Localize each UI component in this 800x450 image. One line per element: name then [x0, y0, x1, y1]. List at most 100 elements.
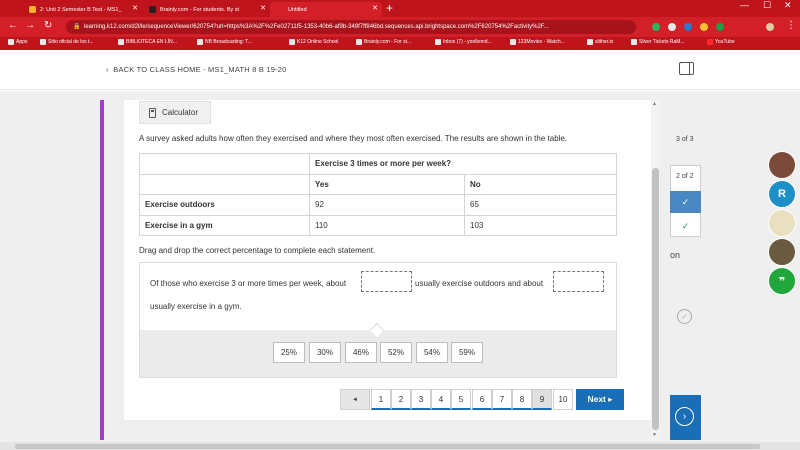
bookmark-item[interactable]: BIBLIOTECA EN LÍN...: [118, 39, 177, 45]
forward-arrow-icon[interactable]: →: [25, 20, 35, 31]
horizontal-scrollbar-thumb[interactable]: [15, 444, 760, 449]
choice-chip[interactable]: 46%: [345, 342, 377, 363]
browser-tab-k12[interactable]: 2: Unit 2 Semester B Test - MS1_ ✕: [22, 2, 142, 17]
choice-chip[interactable]: 25%: [273, 342, 305, 363]
bookmark-item[interactable]: Sitio oficial de los t...: [40, 39, 94, 45]
row-label: Exercise in a gym: [139, 214, 310, 236]
profile-avatar-icon[interactable]: [766, 23, 774, 31]
new-tab-icon[interactable]: +: [386, 1, 393, 15]
partial-text: on: [670, 250, 681, 260]
back-arrow-icon[interactable]: ←: [8, 20, 18, 31]
maximize-icon[interactable]: ☐: [763, 0, 771, 11]
browser-tab-untitled[interactable]: Untitled ✕: [270, 2, 382, 17]
bookmark-item[interactable]: YouTube: [707, 39, 735, 45]
scroll-down-icon[interactable]: ▼: [652, 432, 657, 438]
bookmark-label: Apps: [16, 39, 28, 45]
extension-icon[interactable]: [684, 23, 692, 31]
bookmark-icon: [631, 39, 637, 45]
table-cell: 103: [464, 214, 617, 236]
scrollbar-thumb[interactable]: [652, 168, 659, 430]
menu-dots-icon[interactable]: ⋮: [786, 20, 796, 31]
tab-close-icon[interactable]: ✕: [260, 4, 266, 12]
page-button[interactable]: 1: [371, 389, 391, 410]
reload-icon[interactable]: ↻: [44, 20, 52, 31]
page-button[interactable]: 7: [492, 389, 512, 410]
drop-zone-gym[interactable]: [553, 271, 604, 292]
back-to-class-link[interactable]: ‹ BACK TO CLASS HOME - MS1_MATH 8 B 19-2…: [106, 65, 287, 74]
calculator-label: Calculator: [162, 108, 199, 117]
statement-text-3: usually exercise in a gym.: [150, 302, 242, 311]
avatar[interactable]: R: [768, 180, 796, 208]
avatar[interactable]: [768, 209, 796, 237]
bookmark-icon: [118, 39, 124, 45]
bookmark-item[interactable]: Silver Tickets RaM...: [631, 39, 685, 45]
bookmark-item[interactable]: NB Broadcasting: T...: [197, 39, 252, 45]
tab-title: Untitled: [288, 6, 307, 13]
page-button[interactable]: 3: [411, 389, 431, 410]
bookmark-icon: [40, 39, 46, 45]
page-button[interactable]: 5: [451, 389, 471, 410]
avatar[interactable]: ❞: [768, 267, 796, 295]
bookmark-icon: [587, 39, 593, 45]
bookmark-item[interactable]: 123Movies - Watch...: [510, 39, 565, 45]
arrow-right-icon: ›: [675, 407, 694, 426]
avatar[interactable]: [768, 151, 796, 179]
youtube-icon: [707, 39, 713, 45]
browser-tab-brainly[interactable]: Brainly.com - For students. By st ✕: [142, 2, 270, 17]
url-text: learning.k12.com/d2l/le/sequenceViewer/6…: [84, 24, 549, 30]
calculator-button[interactable]: Calculator: [139, 101, 211, 124]
page-button[interactable]: 10: [553, 389, 573, 410]
statement-text-1: Of those who exercise 3 or more times pe…: [150, 279, 347, 288]
bookmark-item[interactable]: K12 Online School: [289, 39, 338, 45]
page-button[interactable]: 4: [431, 389, 451, 410]
next-button[interactable]: Next ▸: [576, 389, 624, 410]
bookmark-label: Sitio oficial de los t...: [48, 39, 94, 45]
panel-toggle-icon[interactable]: [679, 62, 694, 75]
drop-zone-outdoors[interactable]: [361, 271, 412, 292]
check-icon[interactable]: ✓: [670, 191, 701, 213]
bookmark-item[interactable]: Inbox (7) - yoelbond...: [435, 39, 492, 45]
choices-tray: [139, 330, 617, 378]
activity-count: 3 of 3: [676, 136, 694, 143]
data-table: Exercise 3 times or more per week? Yes N…: [139, 153, 617, 236]
table-corner-cell: [139, 153, 310, 175]
instruction-text: Drag and drop the correct percentage to …: [139, 246, 376, 255]
page-button[interactable]: 6: [472, 389, 492, 410]
content-accent-bar: [100, 100, 104, 440]
page-button[interactable]: 2: [391, 389, 411, 410]
choice-chip[interactable]: 59%: [451, 342, 483, 363]
scroll-up-icon[interactable]: ▲: [652, 101, 657, 107]
bookmark-item[interactable]: Brainly.com - For st...: [356, 39, 411, 45]
close-window-icon[interactable]: ✕: [784, 0, 792, 11]
bookmark-item[interactable]: slither.io: [587, 39, 613, 45]
complete-check-icon[interactable]: ✓: [677, 309, 692, 324]
statement-text-2: usually exercise outdoors and about: [415, 279, 544, 288]
bookmark-label: YouTube: [715, 39, 735, 45]
page-button[interactable]: 8: [512, 389, 532, 410]
extension-icon[interactable]: [668, 23, 676, 31]
table-cell: 110: [309, 214, 465, 236]
table-header-row: Exercise 3 times or more per week?: [139, 153, 617, 175]
choice-chip[interactable]: 30%: [309, 342, 341, 363]
table-subheader-row: Yes No: [139, 173, 617, 195]
bookmark-item[interactable]: Apps: [8, 39, 27, 45]
extension-icon[interactable]: [652, 23, 660, 31]
apps-icon: [8, 39, 14, 45]
extension-icon[interactable]: [716, 23, 724, 31]
choice-chip[interactable]: 52%: [380, 342, 412, 363]
tab-favicon-icon: [29, 6, 36, 13]
tab-close-icon[interactable]: ✕: [132, 4, 138, 12]
next-activity-button[interactable]: ›: [670, 395, 701, 440]
minimize-icon[interactable]: —: [740, 0, 749, 10]
url-field[interactable]: 🔒 learning.k12.com/d2l/le/sequenceViewer…: [66, 20, 636, 34]
previous-page-button[interactable]: ◄: [340, 389, 370, 410]
page-button-current[interactable]: 9: [532, 389, 552, 410]
avatar[interactable]: [768, 238, 796, 266]
choice-chip[interactable]: 54%: [416, 342, 448, 363]
content-scrollbar[interactable]: ▲ ▼: [651, 100, 660, 440]
tab-close-icon[interactable]: ✕: [372, 4, 378, 12]
bookmark-label: NB Broadcasting: T...: [205, 39, 252, 45]
check-icon[interactable]: ✓: [670, 215, 701, 237]
table-cell: 92: [309, 194, 465, 216]
extension-icon[interactable]: [700, 23, 708, 31]
